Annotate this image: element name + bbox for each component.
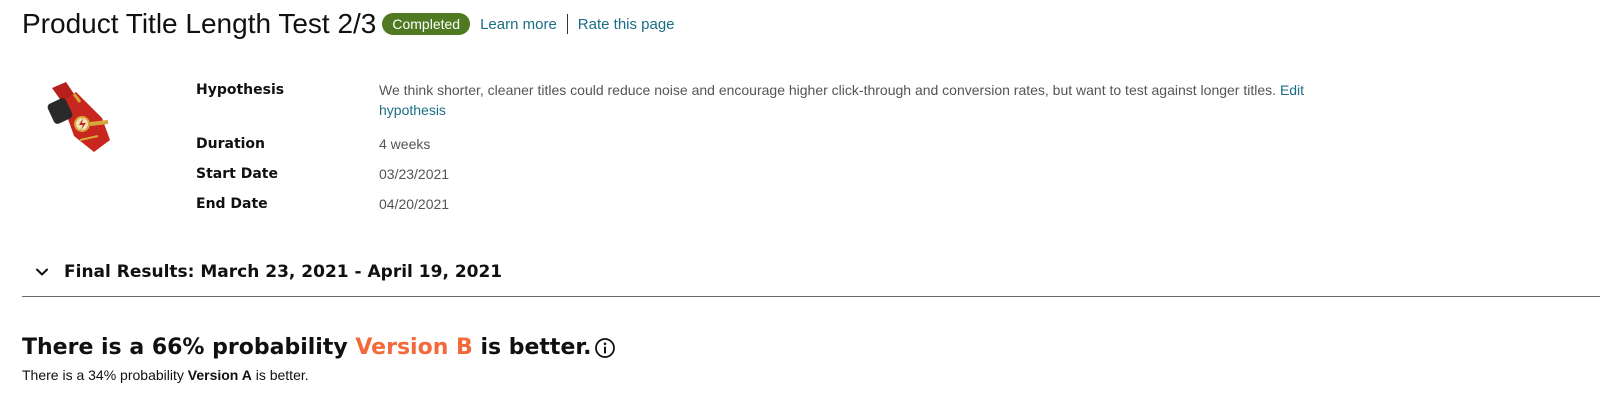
duration-value: 4 weeks	[379, 136, 431, 152]
page-title: Product Title Length Test 2/3	[22, 8, 377, 39]
rate-page-link[interactable]: Rate this page	[578, 16, 675, 33]
hypothesis-value: We think shorter, cleaner titles could r…	[379, 80, 1359, 132]
status-badge: Completed	[382, 13, 471, 35]
chevron-down-icon	[36, 268, 48, 276]
subline-version-a: Version A	[187, 367, 252, 383]
experiment-page: Product Title Length Test 2/3 Completed …	[0, 0, 1600, 408]
end-date-label: End Date	[196, 196, 268, 212]
duration-label: Duration	[196, 136, 266, 152]
final-results-title: Final Results: March 23, 2021 - April 19…	[64, 262, 503, 282]
duration-row: Duration 4 weeks	[196, 132, 1376, 162]
title-row: Product Title Length Test 2/3 Completed …	[22, 4, 675, 44]
end-date-row: End Date 04/20/2021	[196, 192, 1376, 222]
start-date-value: 03/23/2021	[379, 166, 450, 182]
product-image	[47, 82, 110, 152]
headline-suffix: is better.	[480, 335, 592, 360]
subline-suffix: is better.	[255, 367, 309, 383]
start-date-label: Start Date	[196, 166, 278, 182]
results-divider	[22, 296, 1600, 297]
start-date-row: Start Date 03/23/2021	[196, 162, 1376, 192]
hypothesis-label: Hypothesis	[196, 82, 285, 98]
final-results-toggle[interactable]: Final Results: March 23, 2021 - April 19…	[34, 262, 502, 282]
subline-prefix: There is a 34% probability	[22, 367, 184, 383]
experiment-details: Hypothesis We think shorter, cleaner tit…	[196, 80, 1376, 222]
result-subline: There is a 34% probability Version A is …	[22, 367, 309, 383]
hypothesis-row: Hypothesis We think shorter, cleaner tit…	[196, 80, 1376, 132]
hypothesis-text: We think shorter, cleaner titles could r…	[379, 82, 1277, 98]
result-headline: There is a 66% probability Version B is …	[22, 335, 616, 360]
headline-prefix: There is a 66% probability	[22, 335, 348, 360]
end-date-value: 04/20/2021	[379, 196, 450, 212]
info-icon[interactable]	[594, 337, 616, 359]
learn-more-link[interactable]: Learn more	[480, 16, 557, 33]
link-separator	[566, 14, 568, 34]
headline-version-b: Version B	[355, 335, 473, 360]
